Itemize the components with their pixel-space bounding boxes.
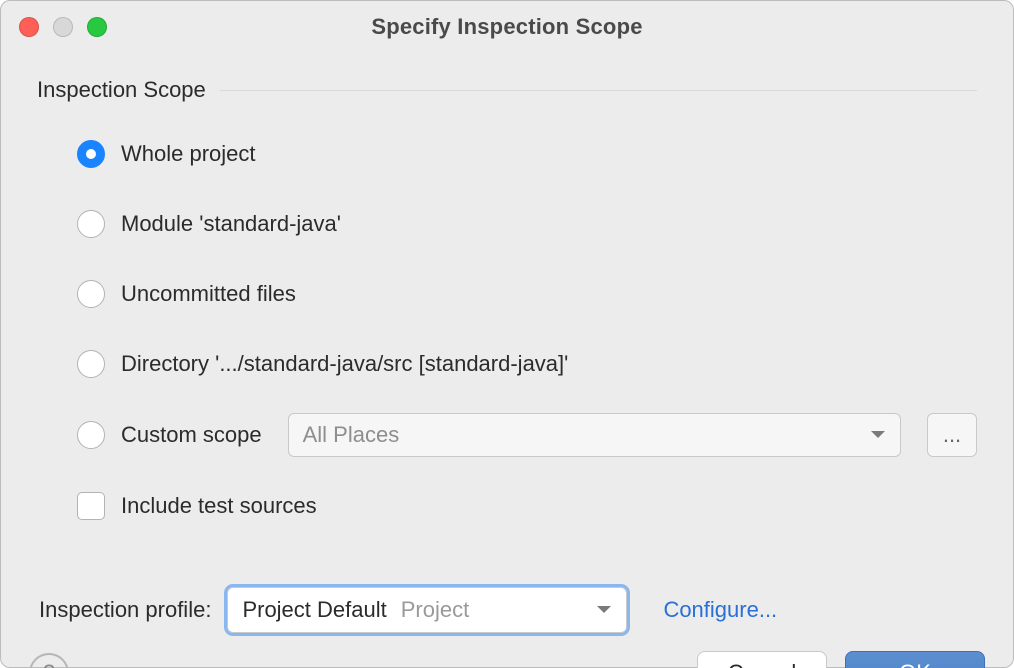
checkbox-label: Include test sources <box>121 493 317 519</box>
ellipsis-icon: ... <box>943 422 961 448</box>
radio-label: Custom scope <box>121 422 262 448</box>
checkbox-include-tests[interactable] <box>77 492 105 520</box>
radio-label: Module 'standard-java' <box>121 211 341 237</box>
chevron-down-icon <box>870 430 886 440</box>
section-label: Inspection Scope <box>37 77 206 103</box>
radio-module[interactable] <box>77 210 105 238</box>
radio-whole-project[interactable] <box>77 140 105 168</box>
section-divider <box>220 90 977 91</box>
radio-uncommitted[interactable] <box>77 280 105 308</box>
radio-directory[interactable] <box>77 350 105 378</box>
minimize-icon <box>53 17 73 37</box>
zoom-icon[interactable] <box>87 17 107 37</box>
dropdown-value: Project Default <box>242 597 386 623</box>
option-directory[interactable]: Directory '.../standard-java/src [standa… <box>77 343 977 385</box>
inspection-profile-row: Inspection profile: Project Default Proj… <box>37 587 977 633</box>
chevron-down-icon <box>596 605 612 615</box>
help-icon: ? <box>43 660 55 668</box>
option-module[interactable]: Module 'standard-java' <box>77 203 977 245</box>
dialog-button-bar: ? Cancel OK <box>1 633 1013 668</box>
option-uncommitted-files[interactable]: Uncommitted files <box>77 273 977 315</box>
section-inspection-scope: Inspection Scope <box>37 77 977 103</box>
configure-link[interactable]: Configure... <box>663 597 777 623</box>
cancel-button[interactable]: Cancel <box>697 651 827 668</box>
dialog-window: Specify Inspection Scope Inspection Scop… <box>0 0 1014 668</box>
option-custom-scope-row: Custom scope All Places ... <box>77 413 977 457</box>
radio-label: Uncommitted files <box>121 281 296 307</box>
profile-label: Inspection profile: <box>39 597 211 623</box>
window-title: Specify Inspection Scope <box>371 14 642 40</box>
titlebar: Specify Inspection Scope <box>1 1 1013 53</box>
radio-custom-scope[interactable] <box>77 421 105 449</box>
option-whole-project[interactable]: Whole project <box>77 133 977 175</box>
radio-label: Whole project <box>121 141 256 167</box>
window-controls <box>19 17 107 37</box>
dialog-content: Inspection Scope Whole project Module 's… <box>1 53 1013 633</box>
scope-options: Whole project Module 'standard-java' Unc… <box>37 133 977 527</box>
option-include-test-sources[interactable]: Include test sources <box>77 485 977 527</box>
ok-button[interactable]: OK <box>845 651 985 668</box>
radio-label: Directory '.../standard-java/src [standa… <box>121 351 568 377</box>
close-icon[interactable] <box>19 17 39 37</box>
custom-scope-dropdown[interactable]: All Places <box>288 413 901 457</box>
dropdown-value: All Places <box>303 422 400 448</box>
inspection-profile-dropdown[interactable]: Project Default Project <box>227 587 627 633</box>
help-button[interactable]: ? <box>29 653 69 668</box>
browse-scope-button[interactable]: ... <box>927 413 977 457</box>
dropdown-subvalue: Project <box>401 597 587 623</box>
